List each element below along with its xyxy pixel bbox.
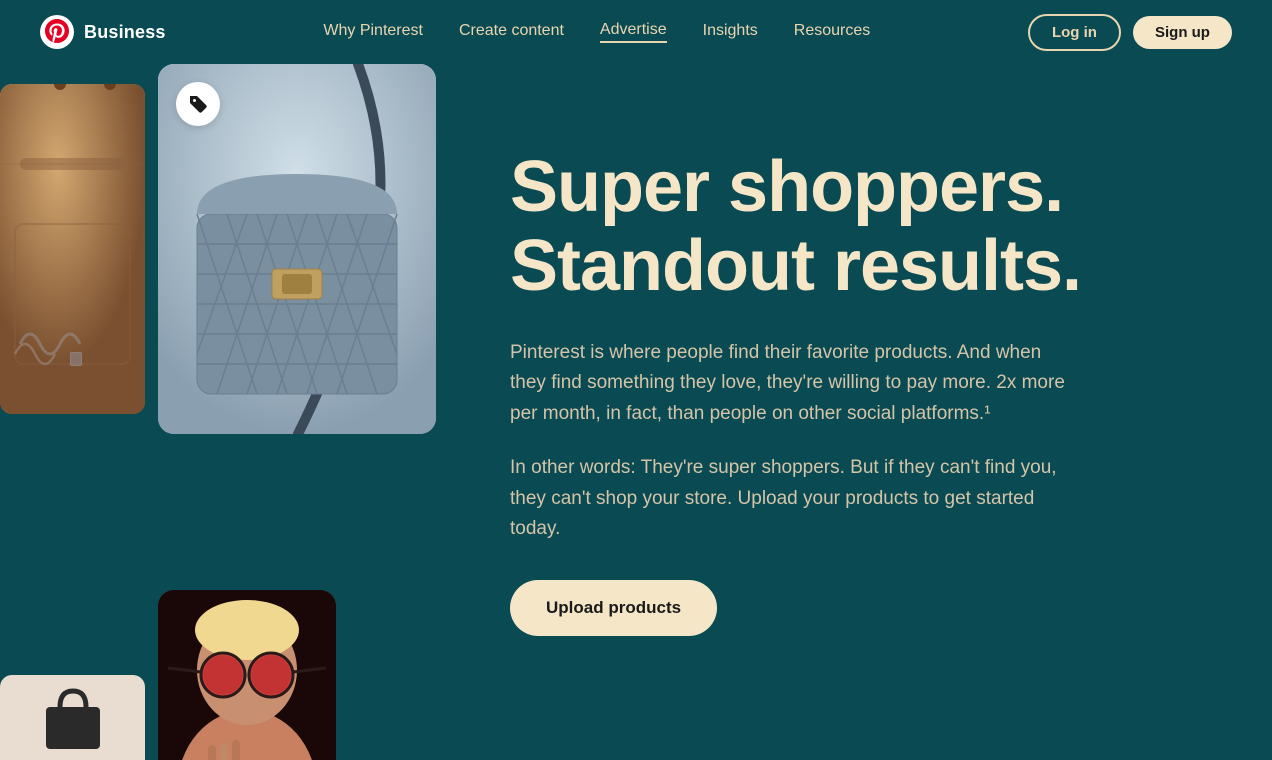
brand: Business xyxy=(40,15,166,49)
handbag-image xyxy=(158,64,436,434)
brand-name: Business xyxy=(84,22,166,43)
nav-create-content[interactable]: Create content xyxy=(459,22,564,42)
hero-body-1: Pinterest is where people find their fav… xyxy=(510,338,1070,429)
shopping-bag-icon xyxy=(38,683,108,753)
shopping-bag-image xyxy=(0,675,145,760)
brown-bag-image xyxy=(0,84,145,414)
nav-resources[interactable]: Resources xyxy=(794,22,870,42)
tag-badge xyxy=(176,82,220,126)
nav-insights[interactable]: Insights xyxy=(703,22,758,42)
sunglasses-image xyxy=(158,590,336,760)
navbar: Business Why Pinterest Create content Ad… xyxy=(0,0,1272,64)
tag-icon xyxy=(187,93,209,115)
handbag-body-svg xyxy=(187,154,407,434)
chain-icon xyxy=(10,314,90,374)
nav-links: Why Pinterest Create content Advertise I… xyxy=(323,21,870,43)
text-column: Super shoppers. Standout results. Pinter… xyxy=(450,64,1272,760)
main-content: Super shoppers. Standout results. Pinter… xyxy=(0,64,1272,760)
nav-why-pinterest[interactable]: Why Pinterest xyxy=(323,22,423,42)
headline-line1: Super shoppers. xyxy=(510,147,1063,227)
signup-button[interactable]: Sign up xyxy=(1133,16,1232,49)
auth-buttons: Log in Sign up xyxy=(1028,14,1232,51)
nav-advertise[interactable]: Advertise xyxy=(600,21,667,43)
login-button[interactable]: Log in xyxy=(1028,14,1121,51)
upload-products-button[interactable]: Upload products xyxy=(510,580,717,636)
pinterest-logo-icon xyxy=(40,15,74,49)
hero-headline: Super shoppers. Standout results. xyxy=(510,148,1212,306)
images-column xyxy=(0,64,450,760)
headline-line2: Standout results. xyxy=(510,226,1081,306)
hero-body-2: In other words: They're super shoppers. … xyxy=(510,453,1070,544)
sunglasses-bg xyxy=(158,590,336,760)
